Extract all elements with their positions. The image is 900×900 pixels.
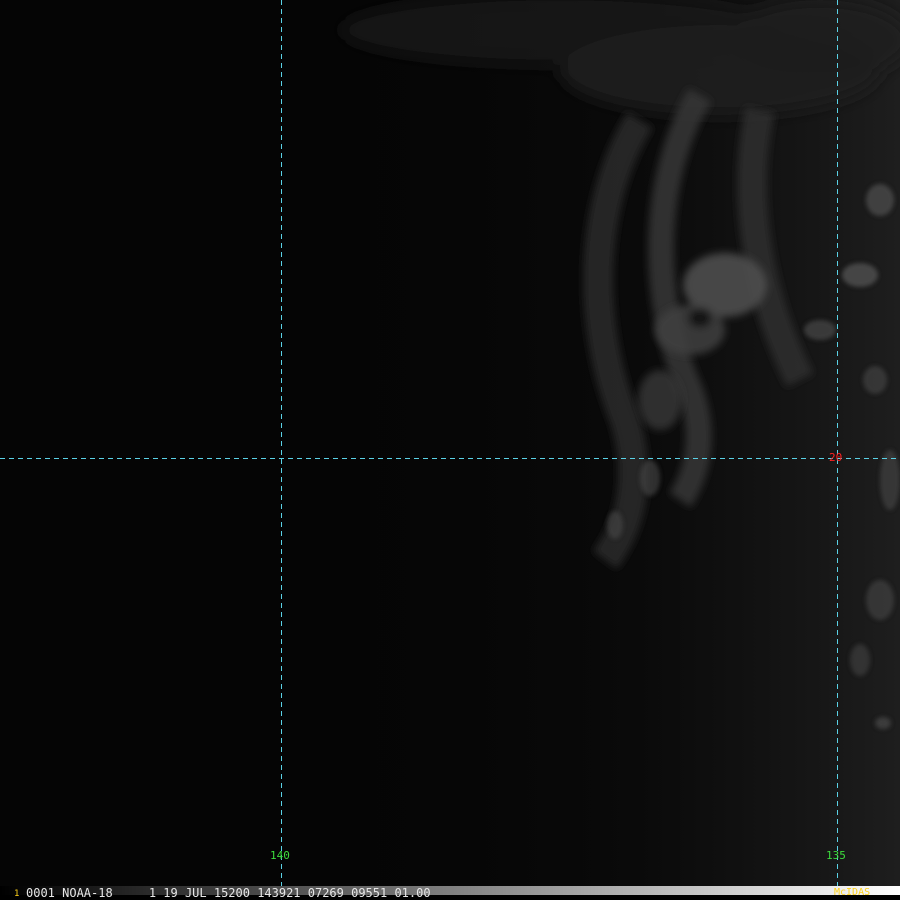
longitude-label-135: 135	[826, 849, 846, 862]
latitude-label-20: 20	[829, 451, 843, 464]
image-header-text: 0001 NOAA-18 1 19 JUL 15200 143921 07269…	[26, 886, 431, 900]
longitude-label-140: 140	[270, 849, 290, 862]
satellite-imagery	[0, 0, 900, 886]
status-bar: 1 0001 NOAA-18 1 19 JUL 15200 143921 072…	[0, 886, 900, 900]
mcidas-logo: McIDAS	[834, 887, 871, 898]
satellite-image-viewport[interactable]: 140 135 20	[0, 0, 900, 886]
frame-number: 1	[14, 889, 20, 899]
